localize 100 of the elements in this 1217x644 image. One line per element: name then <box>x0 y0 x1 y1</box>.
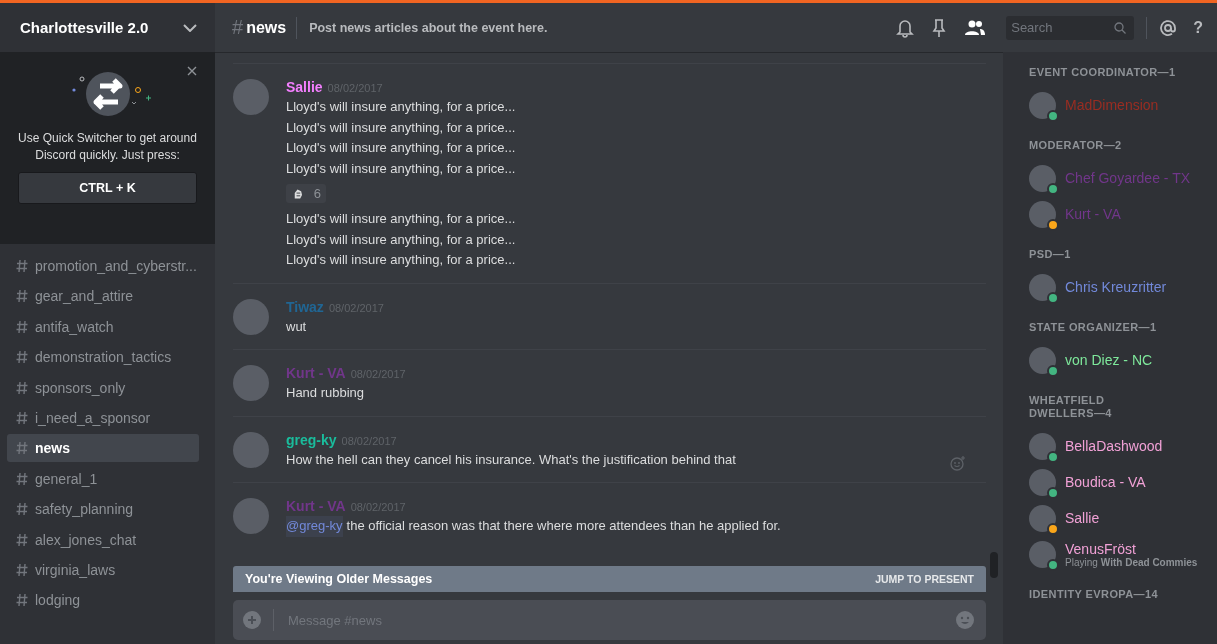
message-text: Lloyd's will insure anything, for a price... <box>286 118 516 137</box>
channel-item[interactable]: antifa_watch <box>7 312 199 341</box>
jump-to-present-link[interactable]: JUMP TO PRESENT <box>875 573 974 585</box>
channel-name: gear_and_attire <box>35 288 134 305</box>
message-text: Lloyd's will insure anything, for a price... <box>286 210 516 228</box>
activity-label: Playing <box>1065 556 1098 568</box>
channel-name: antifa_watch <box>35 318 114 335</box>
role-heading: STATE ORGANIZER—1 <box>1029 321 1158 334</box>
member-item[interactable]: VenusFröst Playing With Dead Commies <box>1029 536 1209 572</box>
channel-name: news <box>35 440 70 457</box>
chevron-down-icon <box>183 23 197 32</box>
close-icon[interactable] <box>187 66 197 76</box>
channel-name: sponsors_only <box>35 379 126 396</box>
hash-icon <box>16 289 28 304</box>
message-text: Lloyd's will insure anything, for a price... <box>286 230 516 249</box>
member-item[interactable]: von Diez - NC <box>1029 342 1209 378</box>
hash-icon <box>16 471 28 486</box>
avatar[interactable] <box>233 298 269 335</box>
channel-name: promotion_and_cyberstr... <box>35 258 197 274</box>
member-item[interactable]: Sallie <box>1029 500 1209 536</box>
member-name: Boudica - VA <box>1065 474 1146 490</box>
avatar[interactable] <box>233 365 269 401</box>
search-icon <box>1114 21 1127 34</box>
role-heading: WHEATFIELD DWELLERS—4 <box>1029 394 1113 420</box>
activity-name: With Dead Commies <box>1100 556 1198 568</box>
member-name: von Diez - NC <box>1065 352 1153 368</box>
avatar[interactable] <box>233 79 269 115</box>
channel-item[interactable]: news <box>7 434 199 463</box>
add-reaction-icon[interactable] <box>950 454 966 471</box>
quick-switcher-hint: Use Quick Switcher to get around Discord quickly. Just press: <box>18 130 197 164</box>
channel-topic: Post news articles about the event here. <box>309 20 548 35</box>
help-button[interactable]: ? <box>1193 18 1203 37</box>
server-name: Charlottesville 2.0 <box>20 19 149 36</box>
channel-name: demonstration_tactics <box>35 349 172 366</box>
hash-icon <box>16 593 28 608</box>
search-field[interactable]: Search <box>1006 15 1135 40</box>
server-header[interactable]: Charlottesville 2.0 <box>0 3 215 52</box>
avatar[interactable] <box>233 498 269 534</box>
member-name: Chris Kreuzritter <box>1065 279 1167 295</box>
member-item[interactable]: BellaDashwood <box>1029 428 1209 464</box>
hash-icon <box>16 350 28 365</box>
hash-icon <box>16 562 28 577</box>
message-text: the official reason was that there where more attendees than he applied for. <box>346 517 781 535</box>
bell-icon[interactable] <box>896 17 915 38</box>
channel-item[interactable]: safety_planning <box>7 495 199 524</box>
hash-icon <box>16 410 28 425</box>
channel-title: news <box>246 16 298 39</box>
channel-name: general_1 <box>35 470 98 487</box>
reaction-button[interactable]: 6 <box>286 184 326 203</box>
role-heading: IDENTITY EVROPA—14 <box>1029 588 1160 601</box>
member-name: MadDimension <box>1065 97 1159 113</box>
add-icon[interactable] <box>243 611 261 629</box>
older-messages-text: You're Viewing Older Messages <box>245 572 433 586</box>
message-text: How the hell can they cancel his insurance. What's the justification behind that <box>286 450 736 469</box>
role-heading: MODERATOR—2 <box>1029 139 1123 152</box>
message-text: Lloyd's will insure anything, for a price... <box>286 98 516 116</box>
member-name: Kurt - VA <box>1065 206 1121 222</box>
channel-item[interactable]: lodging <box>7 586 199 615</box>
message-text: wut <box>286 317 308 336</box>
channel-item[interactable]: sponsors_only <box>7 373 199 402</box>
role-heading: PSD—1 <box>1029 248 1072 261</box>
member-item[interactable]: Boudica - VA <box>1029 464 1209 500</box>
channel-item[interactable]: virginia_laws <box>7 555 199 584</box>
channel-item[interactable]: i_need_a_sponsor <box>7 403 199 432</box>
channel-name: alex_jones_chat <box>35 531 137 548</box>
message-text: Lloyd's will insure anything, for a price... <box>286 251 516 269</box>
hash-icon <box>16 259 28 273</box>
mention-icon[interactable] <box>1159 18 1178 37</box>
message-text: Lloyd's will insure anything, for a price... <box>286 159 516 178</box>
hash-icon <box>16 441 28 456</box>
shortcut-button[interactable]: CTRL + K <box>18 172 197 204</box>
avatar[interactable] <box>233 431 269 468</box>
member-name: Chef Goyardee - TX <box>1065 170 1191 186</box>
channel-name: lodging <box>35 592 81 609</box>
scrollbar-thumb[interactable] <box>990 552 998 578</box>
channel-name: i_need_a_sponsor <box>35 409 151 426</box>
hash-icon <box>16 502 28 517</box>
channel-name: safety_planning <box>35 501 134 518</box>
member-name: Sallie <box>1065 510 1100 526</box>
message-text: Hand rubbing <box>286 384 366 402</box>
channel-item[interactable]: general_1 <box>7 464 199 493</box>
hash-icon <box>16 319 28 334</box>
user-mention[interactable]: @greg-ky <box>286 516 343 537</box>
channel-item[interactable]: gear_and_attire <box>7 282 199 311</box>
members-icon[interactable] <box>964 19 987 36</box>
role-heading: EVENT COORDINATOR—1 <box>1029 66 1177 79</box>
channel-name: virginia_laws <box>35 561 116 578</box>
author-name[interactable]: greg-ky <box>286 431 337 448</box>
hash-icon: # <box>232 16 244 39</box>
hash-icon <box>16 532 28 547</box>
channel-item[interactable]: promotion_and_cyberstr... <box>7 252 199 280</box>
message-text: Lloyd's will insure anything, for a price... <box>286 139 516 157</box>
member-item[interactable]: Chris Kreuzritter <box>1029 269 1209 305</box>
member-name: VenusFröst <box>1065 540 1137 557</box>
author-name[interactable]: Sallie <box>286 79 323 95</box>
member-name: BellaDashwood <box>1065 438 1163 454</box>
channel-item[interactable]: demonstration_tactics <box>7 343 199 372</box>
channel-item[interactable]: alex_jones_chat <box>7 525 199 554</box>
hash-icon <box>16 380 28 395</box>
pin-icon[interactable] <box>932 17 947 38</box>
